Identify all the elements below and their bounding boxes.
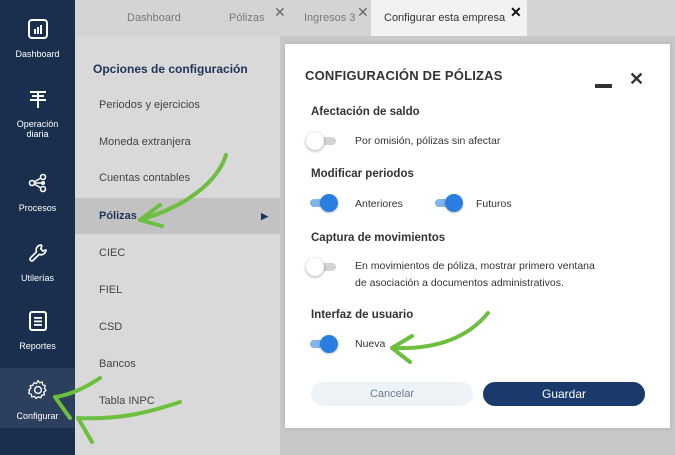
- option-csd[interactable]: CSD: [75, 309, 280, 345]
- toggle-label-futuros: Futuros: [476, 198, 512, 210]
- toggle-label-anteriores: Anteriores: [355, 198, 403, 210]
- option-periodos[interactable]: Periodos y ejercicios: [75, 87, 280, 123]
- option-tabla-inpc[interactable]: Tabla INPC: [75, 383, 280, 419]
- gear-icon: [0, 378, 75, 407]
- section-title-afectacion: Afectación de saldo: [311, 106, 420, 118]
- tab-configurar-close-icon[interactable]: ✕: [510, 5, 522, 19]
- nav-label: Operación diaria: [16, 119, 59, 139]
- cancel-button[interactable]: Cancelar: [311, 382, 473, 406]
- tab-configurar-empresa[interactable]: Configurar esta empresa: [371, 0, 527, 38]
- nav-item-reportes[interactable]: Reportes: [0, 310, 75, 351]
- tab-ingresos[interactable]: Ingresos 3: [304, 0, 355, 36]
- save-button[interactable]: Guardar: [483, 382, 645, 406]
- option-fiel[interactable]: FIEL: [75, 272, 280, 308]
- nav-label: Dashboard: [15, 49, 60, 59]
- toggle-periodos-futuros[interactable]: [431, 193, 463, 213]
- option-label: Pólizas: [99, 210, 137, 222]
- toggle-label-captura-2: de asociación a documentos administrativ…: [355, 277, 564, 289]
- main-nav-rail: Dashboard Operación diaria Procesos Util…: [0, 0, 75, 455]
- toggle-periodos-anteriores[interactable]: [306, 193, 338, 213]
- tab-label: Configurar esta empresa: [384, 12, 506, 24]
- minimize-icon[interactable]: [595, 84, 612, 88]
- nav-item-operacion-diaria[interactable]: Operación diaria: [0, 88, 75, 139]
- option-label: Bancos: [99, 358, 136, 370]
- option-label: Moneda extranjera: [99, 136, 191, 148]
- nav-item-dashboard[interactable]: Dashboard: [0, 18, 75, 59]
- toggle-label-captura-1: En movimientos de póliza, mostrar primer…: [355, 260, 595, 272]
- option-label: FIEL: [99, 284, 123, 296]
- process-nodes-icon: [0, 172, 75, 199]
- tab-polizas[interactable]: Pólizas: [229, 0, 264, 36]
- chevron-right-icon: ▶: [261, 211, 268, 221]
- nav-item-utilerias[interactable]: Utilerías: [0, 242, 75, 283]
- option-moneda[interactable]: Moneda extranjera: [75, 124, 280, 160]
- daily-operation-icon: [0, 88, 75, 115]
- tab-label: Pólizas: [229, 12, 265, 24]
- section-title-interfaz: Interfaz de usuario: [311, 309, 414, 321]
- close-icon[interactable]: ✕: [629, 70, 644, 88]
- option-bancos[interactable]: Bancos: [75, 346, 280, 382]
- option-polizas[interactable]: Pólizas ▶: [75, 198, 280, 234]
- nav-item-configurar[interactable]: Configurar: [0, 368, 75, 428]
- toggle-afectacion-saldo[interactable]: [306, 131, 336, 151]
- tab-label: Ingresos 3: [304, 12, 356, 24]
- section-title-captura: Captura de movimientos: [311, 232, 446, 244]
- nav-label: Procesos: [18, 203, 57, 213]
- option-label: Tabla INPC: [99, 395, 155, 407]
- bar-chart-icon: [0, 18, 75, 45]
- nav-label: Reportes: [19, 341, 56, 351]
- option-cuentas[interactable]: Cuentas contables: [75, 160, 280, 196]
- nav-label: Utilerías: [20, 273, 54, 283]
- nav-item-procesos[interactable]: Procesos: [0, 172, 75, 213]
- modal-title: CONFIGURACIÓN DE PÓLIZAS: [305, 68, 503, 83]
- report-list-icon: [0, 310, 75, 337]
- tab-dashboard[interactable]: Dashboard: [127, 0, 181, 36]
- tab-label: Dashboard: [127, 12, 181, 24]
- tab-bar: Dashboard Pólizas ✕ Ingresos 3 ✕ Configu…: [75, 0, 675, 38]
- polizas-config-modal: CONFIGURACIÓN DE PÓLIZAS ✕ Afectación de…: [285, 44, 670, 428]
- toggle-interfaz-nueva[interactable]: [306, 334, 338, 354]
- option-label: Periodos y ejercicios: [99, 99, 200, 111]
- option-label: CIEC: [99, 247, 126, 259]
- toggle-captura-movimientos[interactable]: [306, 257, 336, 277]
- config-options-panel: Opciones de configuración Periodos y eje…: [75, 36, 280, 455]
- wrench-icon: [0, 242, 75, 269]
- toggle-label-nueva: Nueva: [355, 338, 386, 350]
- options-title: Opciones de configuración: [93, 62, 248, 76]
- option-label: CSD: [99, 321, 123, 333]
- tab-ingresos-close-icon[interactable]: ✕: [357, 5, 369, 19]
- option-ciec[interactable]: CIEC: [75, 235, 280, 271]
- tab-polizas-close-icon[interactable]: ✕: [274, 5, 286, 19]
- toggle-label-afectacion: Por omisión, pólizas sin afectar: [355, 135, 501, 147]
- option-label: Cuentas contables: [99, 172, 191, 184]
- nav-label: Configurar: [16, 411, 59, 421]
- section-title-periodos: Modificar periodos: [311, 168, 414, 180]
